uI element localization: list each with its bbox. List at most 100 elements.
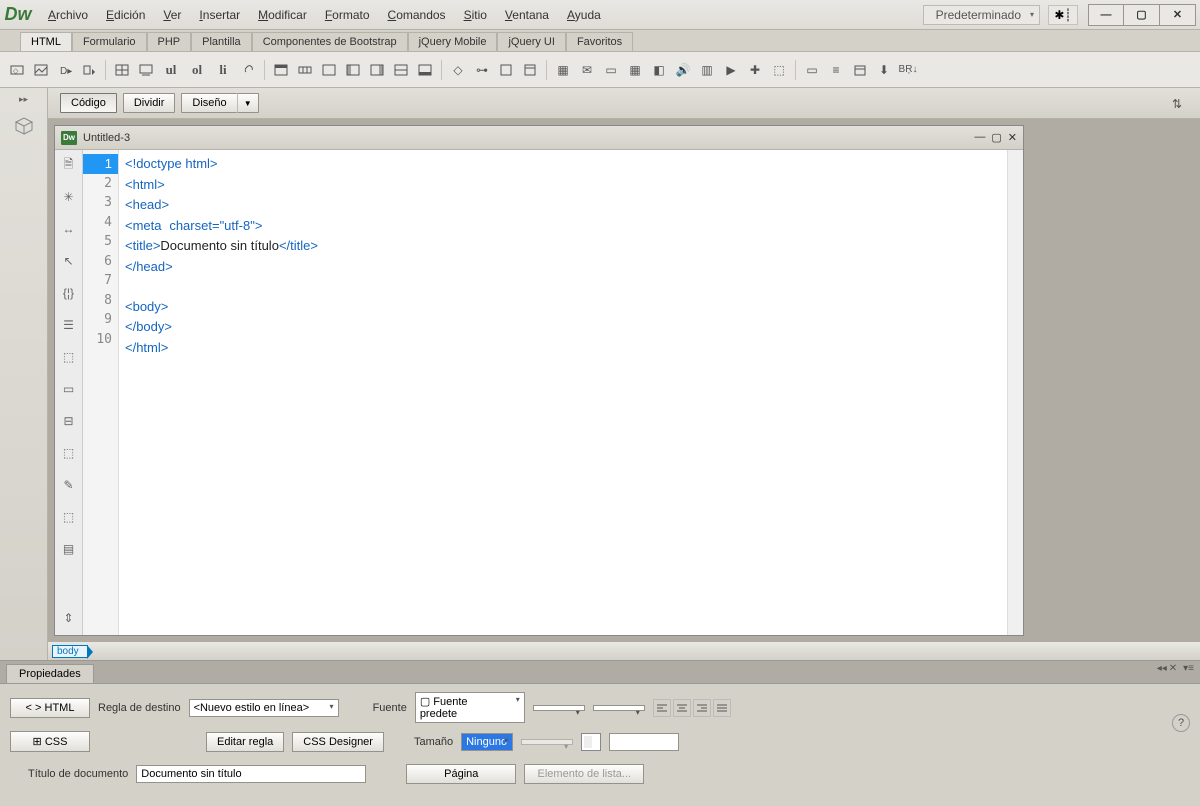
tab-favoritos[interactable]: Favoritos <box>566 32 633 51</box>
tab-bootstrap[interactable]: Componentes de Bootstrap <box>252 32 408 51</box>
date-icon[interactable] <box>849 59 871 81</box>
align-right-icon[interactable] <box>693 699 711 717</box>
main-icon[interactable] <box>318 59 340 81</box>
tab-jquery-mobile[interactable]: jQuery Mobile <box>408 32 498 51</box>
html-properties-button[interactable]: < > HTML <box>10 698 90 718</box>
viewport-icon[interactable] <box>519 59 541 81</box>
css-properties-button[interactable]: ⊞ CSS <box>10 731 90 752</box>
section-icon[interactable] <box>390 59 412 81</box>
flash-video-icon[interactable]: ▶ <box>720 59 742 81</box>
design-view-dropdown[interactable]: ▼ <box>237 93 259 113</box>
header-icon[interactable] <box>270 59 292 81</box>
close-button[interactable]: ✕ <box>1160 4 1196 26</box>
menu-formato[interactable]: Formato <box>317 4 378 26</box>
keywords-icon[interactable]: ⊶ <box>471 59 493 81</box>
image-icon[interactable] <box>30 59 52 81</box>
split-view-button[interactable]: Dividir <box>123 93 176 113</box>
files-panel-icon[interactable] <box>9 111 39 141</box>
tab-php[interactable]: PHP <box>147 32 192 51</box>
paragraph-icon[interactable]: D▸ <box>54 59 76 81</box>
hr-icon[interactable]: ≡ <box>825 59 847 81</box>
doc-minimize-icon[interactable]: — <box>974 131 985 144</box>
font-weight-select[interactable] <box>593 705 645 711</box>
apply-comment-icon[interactable]: ⬚ <box>60 444 78 462</box>
code-editor[interactable]: <!doctype html> <html> <head> <meta char… <box>119 150 1007 635</box>
flash-swf-icon[interactable]: ▥ <box>696 59 718 81</box>
rule-target-select[interactable]: <Nuevo estilo en línea> <box>189 699 339 717</box>
tag-selector-body[interactable]: body <box>52 645 88 658</box>
menu-ayuda[interactable]: Ayuda <box>559 4 609 26</box>
doc-title-input[interactable] <box>136 765 366 783</box>
table-icon[interactable] <box>111 59 133 81</box>
edit-rule-button[interactable]: Editar regla <box>206 732 284 752</box>
doc-maximize-icon[interactable]: ▢ <box>991 131 1001 144</box>
menu-comandos[interactable]: Comandos <box>380 4 454 26</box>
panel-collapse-icon[interactable]: ◂◂ <box>1157 663 1167 674</box>
panel-close-icon[interactable]: ✕ <box>1169 663 1177 674</box>
font-size-unit-select[interactable] <box>521 739 573 745</box>
article-icon[interactable] <box>366 59 388 81</box>
characters-icon[interactable]: BŖ↓ <box>897 59 919 81</box>
script-icon[interactable]: ▦ <box>552 59 574 81</box>
design-view-button[interactable]: Diseño <box>181 93 236 113</box>
animate-icon[interactable]: ◧ <box>648 59 670 81</box>
li-icon[interactable]: li <box>211 59 235 81</box>
plugin-icon[interactable]: ✚ <box>744 59 766 81</box>
vertical-scrollbar[interactable] <box>1007 150 1023 635</box>
non-breaking-space-icon[interactable]: ⬇ <box>873 59 895 81</box>
word-wrap-icon[interactable]: ▭ <box>60 380 78 398</box>
ul-icon[interactable]: ul <box>159 59 183 81</box>
sync-settings-icon[interactable]: ✱┊ <box>1048 5 1078 25</box>
expand-all-icon[interactable]: ↔ <box>60 220 78 238</box>
menu-edicion[interactable]: Edición <box>98 4 153 26</box>
workspace-switcher[interactable]: Predeterminado <box>923 5 1040 25</box>
heading-dropdown-icon[interactable] <box>78 59 100 81</box>
tab-jquery-ui[interactable]: jQuery UI <box>497 32 565 51</box>
open-documents-icon[interactable]: 🗎 <box>60 156 78 174</box>
balance-braces-icon[interactable]: {¦} <box>60 284 78 302</box>
align-left-icon[interactable] <box>653 699 671 717</box>
tab-formulario[interactable]: Formulario <box>72 32 147 51</box>
panel-menu-icon[interactable]: ▾≡ <box>1183 663 1194 674</box>
font-size-select[interactable]: Ninguno <box>461 733 513 751</box>
remove-comment-icon[interactable]: ✎ <box>60 476 78 494</box>
meta-icon[interactable]: ◇ <box>447 59 469 81</box>
aside-icon[interactable] <box>342 59 364 81</box>
menu-archivo[interactable]: Archivo <box>40 4 96 26</box>
ol-icon[interactable]: ol <box>185 59 209 81</box>
canvas-icon[interactable]: ▦ <box>624 59 646 81</box>
email-link-icon[interactable]: ✉ <box>576 59 598 81</box>
file-management-icon[interactable]: ⇅ <box>1166 94 1188 114</box>
align-center-icon[interactable] <box>673 699 691 717</box>
expand-panel-icon[interactable]: ▸▸ <box>19 94 28 105</box>
line-numbers-icon[interactable]: ☰ <box>60 316 78 334</box>
rollover-image-icon[interactable]: ⬚ <box>768 59 790 81</box>
help-icon[interactable]: ? <box>1172 714 1190 732</box>
properties-tab[interactable]: Propiedades <box>6 664 94 683</box>
html5-audio-icon[interactable]: 🔊 <box>672 59 694 81</box>
css-designer-button[interactable]: CSS Designer <box>292 732 384 752</box>
footer-icon[interactable] <box>414 59 436 81</box>
menu-ver[interactable]: Ver <box>155 4 189 26</box>
font-family-select[interactable]: ▢ Fuente predete <box>415 692 525 723</box>
iframe-icon[interactable]: ▭ <box>801 59 823 81</box>
html5-video-icon[interactable]: ▭ <box>600 59 622 81</box>
menu-modificar[interactable]: Modificar <box>250 4 315 26</box>
minimize-button[interactable]: — <box>1088 4 1124 26</box>
doc-close-icon[interactable]: ✕ <box>1008 131 1017 144</box>
recent-snippets-icon[interactable]: ▤ <box>60 540 78 558</box>
figure-icon[interactable] <box>135 59 157 81</box>
nav-icon[interactable] <box>294 59 316 81</box>
move-css-icon[interactable]: ⇕ <box>60 609 78 627</box>
text-color-picker[interactable] <box>581 733 601 751</box>
menu-sitio[interactable]: Sitio <box>456 4 495 26</box>
menu-ventana[interactable]: Ventana <box>497 4 557 26</box>
highlight-invalid-icon[interactable]: ⬚ <box>60 348 78 366</box>
code-view-button[interactable]: Código <box>60 93 117 113</box>
align-justify-icon[interactable] <box>713 699 731 717</box>
text-color-input[interactable] <box>609 733 679 751</box>
font-style-select[interactable] <box>533 705 585 711</box>
select-parent-tag-icon[interactable]: ↖ <box>60 252 78 270</box>
wrap-tag-icon[interactable]: ⬚ <box>60 508 78 526</box>
maximize-button[interactable]: ▢ <box>1124 4 1160 26</box>
